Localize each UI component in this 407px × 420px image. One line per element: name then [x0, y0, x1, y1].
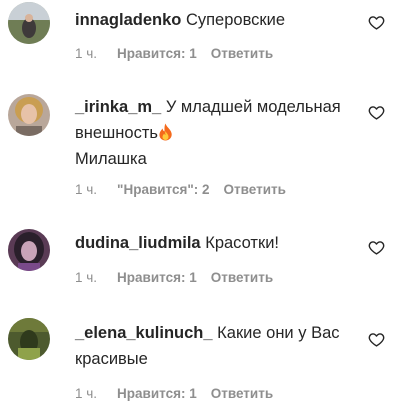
avatar[interactable] — [8, 2, 50, 44]
comment-username[interactable]: _elena_kulinuch_ — [75, 324, 213, 342]
comment-likes[interactable]: "Нравится": 2 — [117, 182, 209, 197]
comment-meta: 1 ч. "Нравится": 2 Ответить — [75, 182, 286, 197]
reply-button[interactable]: Ответить — [211, 270, 273, 285]
comment-text: dudina_liudmila Красотки! — [75, 230, 357, 256]
comment-text: _elena_kulinuch_ Какие они у Вас красивы… — [75, 320, 357, 372]
heart-icon[interactable] — [368, 104, 385, 121]
avatar[interactable] — [8, 318, 50, 360]
comment-meta: 1 ч. Нравится: 1 Ответить — [75, 46, 273, 61]
comment-time[interactable]: 1 ч. — [75, 270, 97, 285]
comment-likes[interactable]: Нравится: 1 — [117, 386, 197, 401]
heart-icon[interactable] — [368, 239, 385, 256]
comment-username[interactable]: _irinka_m_ — [75, 98, 161, 116]
reply-button[interactable]: Ответить — [211, 46, 273, 61]
heart-icon[interactable] — [368, 14, 385, 31]
comment-likes[interactable]: Нравится: 1 — [117, 46, 197, 61]
comment-text: innagladenko Суперовские — [75, 7, 357, 33]
comment-meta: 1 ч. Нравится: 1 Ответить — [75, 386, 273, 401]
comment-time[interactable]: 1 ч. — [75, 386, 97, 401]
comment-time[interactable]: 1 ч. — [75, 182, 97, 197]
avatar[interactable] — [8, 229, 50, 271]
comment-body-line: Милашка — [75, 150, 147, 168]
comment-likes[interactable]: Нравится: 1 — [117, 270, 197, 285]
comment-body: Красотки! — [205, 234, 279, 252]
fire-emoji-icon — [158, 123, 173, 141]
comment-body: Суперовские — [185, 11, 286, 29]
heart-icon[interactable] — [368, 331, 385, 348]
avatar[interactable] — [8, 94, 50, 136]
reply-button[interactable]: Ответить — [211, 386, 273, 401]
comment-username[interactable]: innagladenko — [75, 11, 181, 29]
comment-username[interactable]: dudina_liudmila — [75, 234, 201, 252]
comment-time[interactable]: 1 ч. — [75, 46, 97, 61]
comment-meta: 1 ч. Нравится: 1 Ответить — [75, 270, 273, 285]
comment-text: _irinka_m_ У младшей модельная внешность… — [75, 94, 357, 172]
reply-button[interactable]: Ответить — [224, 182, 286, 197]
